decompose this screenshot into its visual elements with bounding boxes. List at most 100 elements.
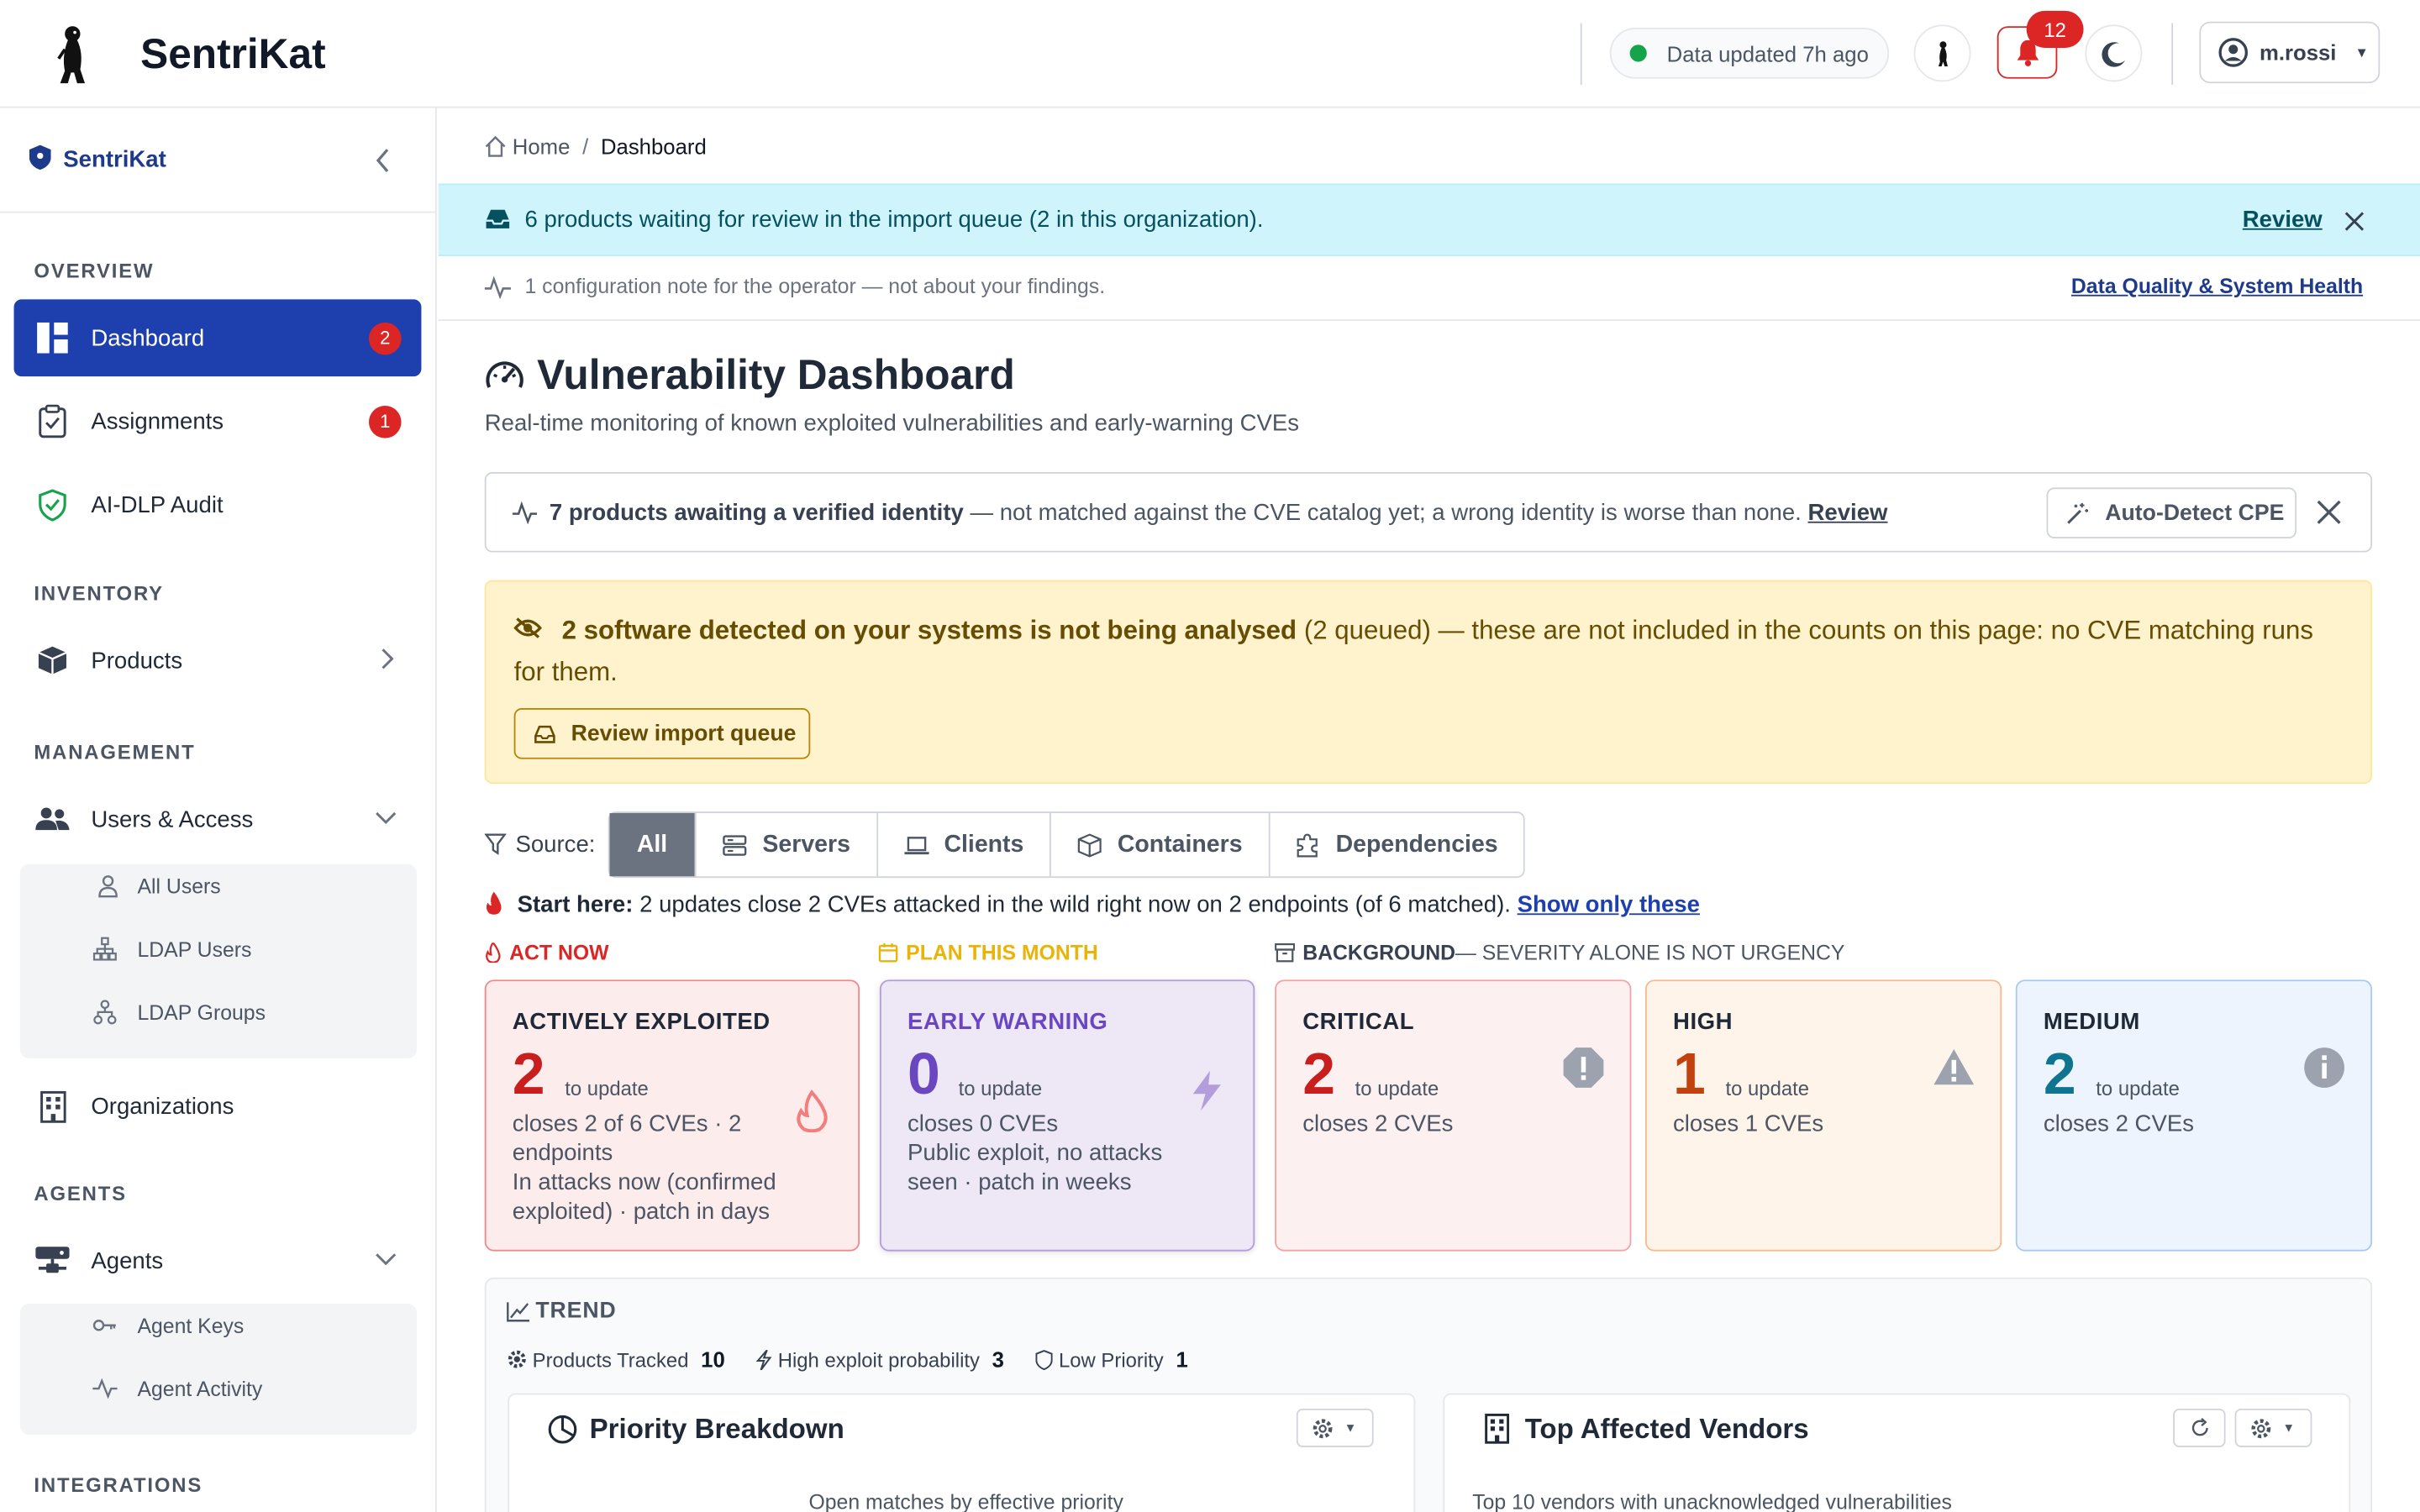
identity-review-link[interactable]: Review	[1808, 500, 1888, 526]
analysis-warning: 2 software detected on your systems is n…	[484, 580, 2373, 785]
close-icon[interactable]	[2317, 500, 2341, 524]
sidebar-item-label: Users & Access	[91, 806, 254, 832]
breadcrumb-current: Dashboard	[600, 134, 707, 160]
dashboard-icon	[35, 321, 69, 354]
tier-background: BACKGROUND — SEVERITY ALONE IS NOT URGEN…	[1275, 941, 1845, 964]
gear-icon	[1313, 1418, 1333, 1438]
shield-check-icon	[35, 487, 69, 521]
shield-icon	[29, 144, 51, 171]
calendar-icon	[878, 943, 898, 963]
page-title: Vulnerability Dashboard	[537, 351, 1015, 398]
analysis-warning-bold: 2 software detected on your systems is n…	[561, 615, 1297, 645]
inbox-icon	[534, 724, 555, 743]
auto-detect-cpe-button[interactable]: Auto-Detect CPE	[2046, 487, 2297, 539]
refresh-button[interactable]	[2173, 1408, 2226, 1447]
sidebar-item-agents[interactable]: Agents	[14, 1222, 422, 1299]
sidebar-item-dashboard[interactable]: Dashboard 2	[13, 299, 422, 377]
breadcrumb-home-link[interactable]: Home	[513, 134, 571, 159]
card-medium[interactable]: MEDIUM 2 to update closes 2 CVEs	[2015, 979, 2373, 1252]
collapse-sidebar-icon[interactable]	[375, 148, 390, 172]
sidebar-header: SentriKat	[0, 108, 435, 213]
sidebar-item-organizations[interactable]: Organizations	[14, 1068, 422, 1145]
chevron-down-icon	[376, 811, 397, 824]
panel-subtitle: Open matches by effective priority	[808, 1490, 1123, 1512]
card-title: HIGH	[1673, 1009, 1733, 1036]
stat-low-priority: Low Priority 1	[1035, 1347, 1188, 1372]
card-unit: to update	[565, 1077, 649, 1100]
identity-notice-body: — not matched against the CVE catalog ye…	[963, 500, 1808, 527]
panel-settings-button[interactable]: ▼	[1296, 1408, 1374, 1447]
stat-value: 3	[992, 1347, 1004, 1372]
chevron-right-icon	[381, 648, 394, 669]
sidebar-subitem-label: All Users	[137, 874, 221, 898]
gear-icon	[2251, 1418, 2271, 1438]
card-count: 0	[908, 1042, 940, 1108]
filter-label: Clients	[944, 831, 1024, 858]
source-filter-clients[interactable]: Clients	[878, 812, 1051, 877]
card-critical[interactable]: CRITICAL 2 to update closes 2 CVEs	[1275, 979, 1632, 1252]
info-circle-icon	[2304, 1047, 2345, 1088]
card-details: closes 1 CVEs	[1673, 1110, 1823, 1139]
close-icon[interactable]	[2344, 212, 2365, 232]
filter-label: Containers	[1117, 831, 1243, 858]
tier-plan-label: PLAN THIS MONTH	[906, 941, 1098, 964]
building-icon	[1485, 1413, 1510, 1444]
trend-title: TREND	[535, 1299, 617, 1324]
source-filter-containers[interactable]: Containers	[1051, 812, 1270, 877]
sidebar-item-label: Agents	[91, 1247, 164, 1274]
sidebar-item-label: Dashboard	[91, 324, 205, 351]
meerkat-button[interactable]	[1913, 24, 1971, 82]
card-count: 2	[1302, 1042, 1336, 1108]
users-icon	[35, 802, 70, 836]
top-navbar: SentriKat Data updated 7h ago 12 m.rossi…	[0, 0, 2420, 108]
brand[interactable]: SentriKat	[46, 22, 326, 87]
start-here-text: 2 updates close 2 CVEs attacked in the w…	[633, 891, 1518, 918]
sidebar-item-users-access[interactable]: Users & Access	[14, 780, 422, 858]
sidebar: SentriKat OVERVIEW Dashboard 2 Assignmen…	[0, 108, 437, 1512]
card-actively-exploited[interactable]: ACTIVELY EXPLOITED 2 to update closes 2 …	[484, 979, 860, 1252]
source-label-text: Source:	[515, 831, 596, 858]
card-high[interactable]: HIGH 1 to update closes 1 CVEs	[1644, 979, 2002, 1252]
sidebar-item-assignments[interactable]: Assignments 1	[14, 383, 422, 460]
source-filter-dependencies[interactable]: Dependencies	[1270, 813, 1523, 876]
show-only-these-link[interactable]: Show only these	[1518, 892, 1700, 918]
moon-icon	[2101, 41, 2125, 66]
sidebar-subitem-label: Agent Activity	[137, 1377, 263, 1400]
card-unit: to update	[1725, 1077, 1810, 1100]
breadcrumb-separator: /	[582, 134, 589, 160]
caret-down-icon: ▼	[2282, 1420, 2296, 1436]
sidebar-item-label: AI-DLP Audit	[91, 491, 224, 518]
card-unit: to update	[2096, 1077, 2180, 1100]
card-count: 2	[2043, 1042, 2076, 1108]
source-filter-all[interactable]: All	[609, 812, 697, 877]
card-unit: to update	[1355, 1077, 1439, 1100]
identity-notice: 7 products awaiting a verified identity …	[484, 472, 2373, 553]
panel-settings-button[interactable]: ▼	[2234, 1408, 2312, 1447]
section-inventory: INVENTORY	[34, 581, 164, 606]
gear-icon	[508, 1350, 526, 1368]
panel-title: Top Affected Vendors	[1524, 1413, 1809, 1445]
sidebar-item-products[interactable]: Products	[14, 622, 422, 699]
source-filter-servers[interactable]: Servers	[696, 812, 879, 877]
lightning-icon	[756, 1349, 772, 1370]
laptop-icon	[903, 836, 929, 854]
review-import-queue-button[interactable]: Review import queue	[513, 708, 811, 759]
import-queue-text: 6 products waiting for review in the imp…	[524, 207, 1264, 234]
card-early-warning[interactable]: EARLY WARNING 0 to update closes 0 CVEs P…	[879, 979, 1255, 1252]
card-count: 2	[512, 1042, 545, 1108]
server-icon	[723, 834, 747, 855]
tier-background-note: — SEVERITY ALONE IS NOT URGENCY	[1455, 941, 1845, 964]
tier-act-label: ACT NOW	[509, 941, 609, 964]
sidebar-item-ai-dlp-audit[interactable]: AI-DLP Audit	[14, 466, 422, 543]
theme-toggle-button[interactable]	[2085, 24, 2143, 82]
data-quality-link[interactable]: Data Quality & System Health	[2071, 275, 2363, 298]
stat-high-exploit-probability: High exploit probability 3	[756, 1347, 1004, 1372]
user-menu-button[interactable]: m.rossi ▼	[2199, 21, 2381, 84]
card-line2: Public exploit, no attacks seen · patch …	[908, 1140, 1163, 1196]
import-review-link[interactable]: Review	[2243, 207, 2323, 233]
source-filter-label: Source:	[484, 811, 596, 876]
section-management: MANAGEMENT	[34, 740, 196, 764]
divider	[2171, 23, 2174, 86]
review-import-queue-label: Review import queue	[571, 721, 797, 747]
analysis-warning-text: 2 software detected on your systems is n…	[514, 610, 2351, 693]
